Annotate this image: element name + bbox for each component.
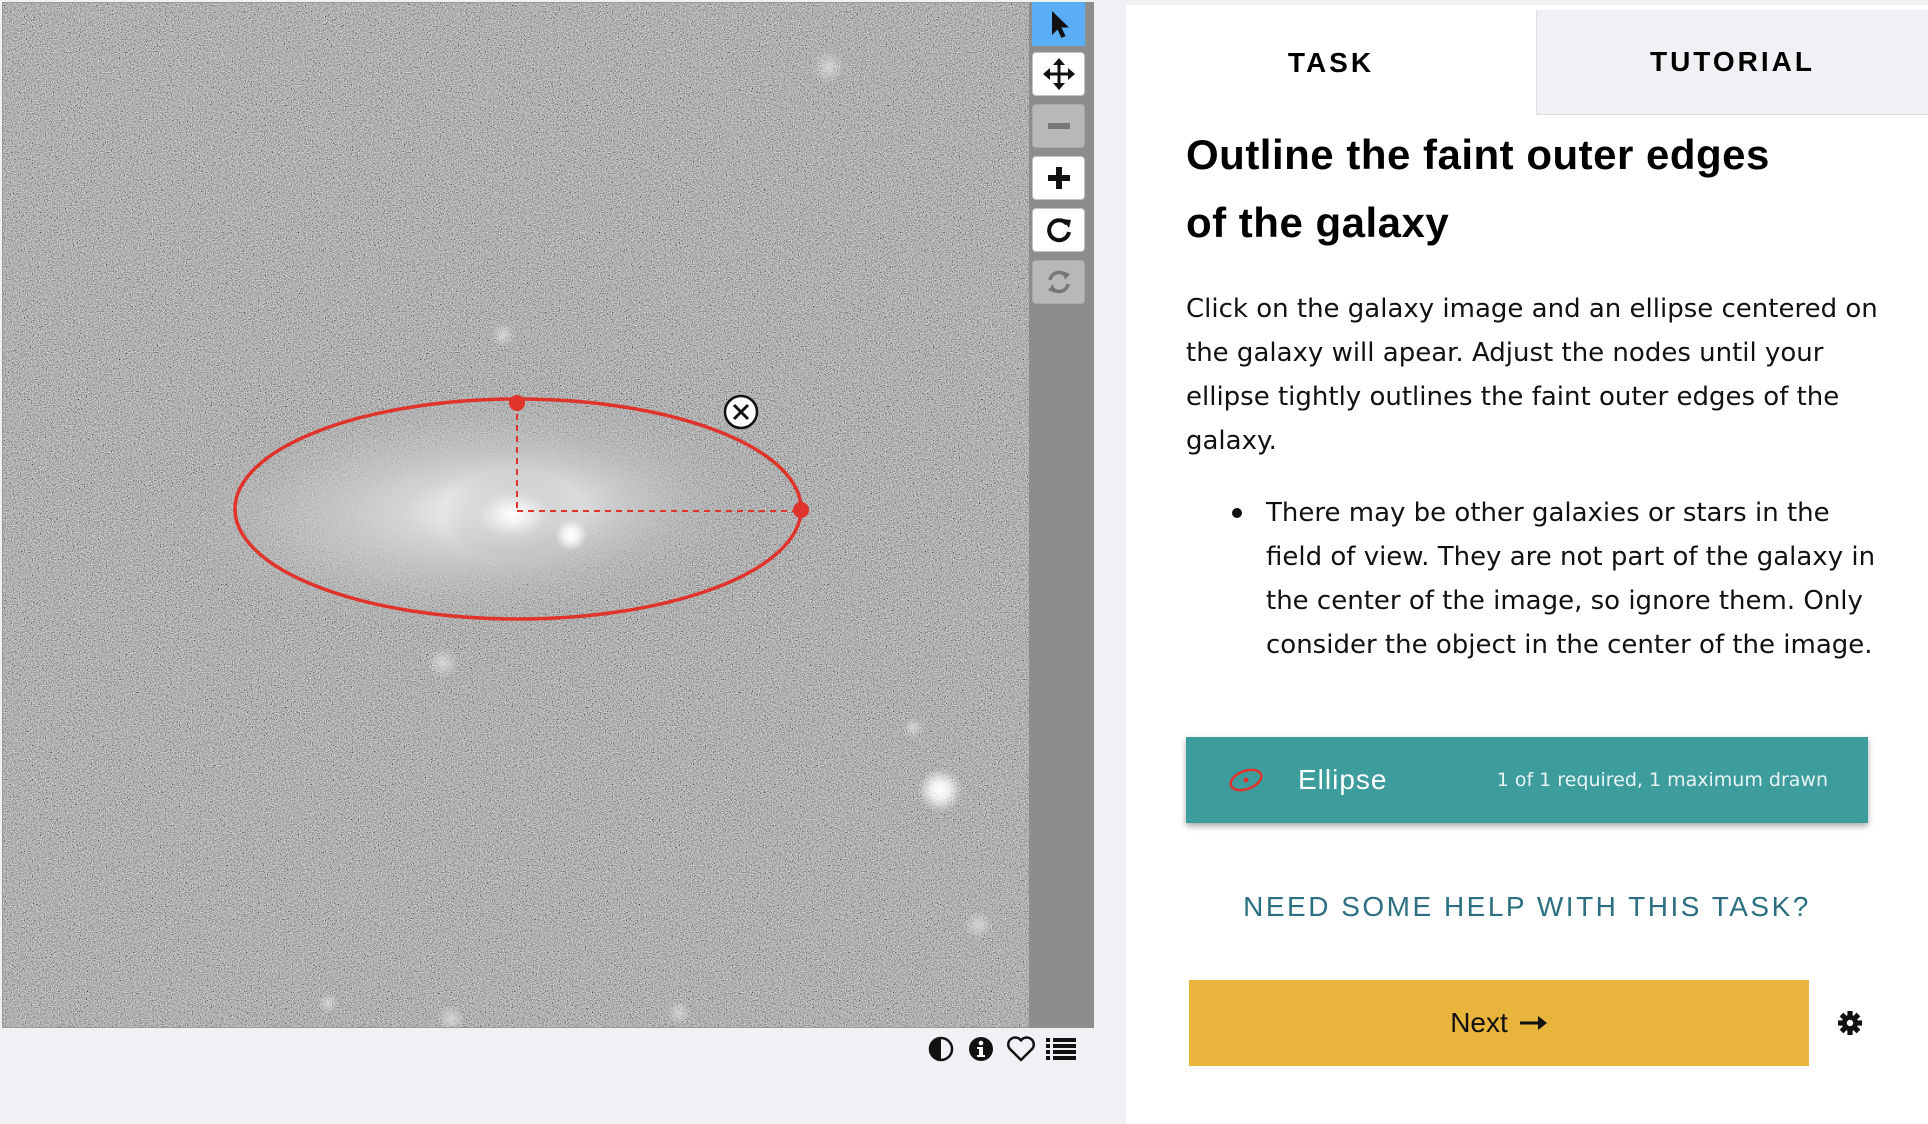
reset-view-button[interactable] (1032, 260, 1085, 304)
heart-icon (1007, 1036, 1035, 1062)
tool-label: Ellipse (1298, 764, 1388, 795)
ellipse-tool-option[interactable]: Ellipse 1 of 1 required, 1 maximum drawn (1186, 737, 1868, 823)
favorite-button[interactable] (1005, 1033, 1037, 1065)
move-tool-button[interactable] (1032, 52, 1085, 96)
metadata-button[interactable] (965, 1033, 997, 1065)
contrast-icon (928, 1036, 954, 1062)
image-toolbar (1029, 2, 1094, 1028)
galaxy-image[interactable] (3, 3, 1029, 1027)
next-label: Next (1450, 1007, 1508, 1038)
collections-button[interactable] (1045, 1033, 1077, 1065)
zoom-in-button[interactable] (1032, 156, 1085, 200)
reset-icon (1047, 270, 1070, 294)
rotate-button[interactable] (1032, 208, 1085, 252)
task-panel: TASK TUTORIAL Outline the faint outer ed… (1126, 5, 1928, 1124)
rotate-icon (1046, 218, 1071, 243)
move-icon (1042, 58, 1075, 90)
collections-icon (1046, 1038, 1076, 1060)
next-button[interactable]: Next (1189, 980, 1809, 1066)
task-question: Outline the faint outer edges of the gal… (1186, 121, 1886, 257)
task-instructions: Click on the galaxy image and an ellipse… (1186, 294, 1878, 456)
ellipse-node-top[interactable] (509, 395, 525, 411)
task-help-link[interactable]: NEED SOME HELP WITH THIS TASK? (1186, 891, 1868, 923)
ellipse-node-right[interactable] (793, 502, 809, 518)
subject-meta-bar (925, 1032, 1077, 1066)
arrow-right-icon (1519, 1016, 1547, 1030)
info-icon (969, 1037, 993, 1061)
task-question-line2: of the galaxy (1186, 199, 1450, 246)
pointer-tool-button[interactable] (1032, 2, 1085, 46)
gear-icon (1838, 1011, 1862, 1035)
delete-mark-icon[interactable] (723, 394, 759, 430)
tab-task[interactable]: TASK (1126, 10, 1536, 115)
task-tabs: TASK TUTORIAL (1126, 10, 1928, 115)
zoom-out-icon (1047, 123, 1070, 129)
task-question-line1: Outline the faint outer edges (1186, 131, 1770, 178)
task-notes-list: There may be other galaxies or stars in … (1186, 491, 1886, 667)
invert-button[interactable] (925, 1033, 957, 1065)
tool-count: 1 of 1 required, 1 maximum drawn (1496, 769, 1828, 791)
task-note-item: There may be other galaxies or stars in … (1186, 491, 1886, 667)
subject-image-viewer[interactable] (2, 2, 1030, 1028)
tab-tutorial[interactable]: TUTORIAL (1536, 10, 1928, 115)
settings-button[interactable] (1834, 1007, 1866, 1039)
zoom-out-button[interactable] (1032, 104, 1085, 148)
field-star (918, 768, 962, 812)
ellipse-tool-icon (1226, 765, 1274, 795)
pointer-icon (1051, 11, 1069, 38)
zoom-in-icon (1047, 167, 1070, 189)
